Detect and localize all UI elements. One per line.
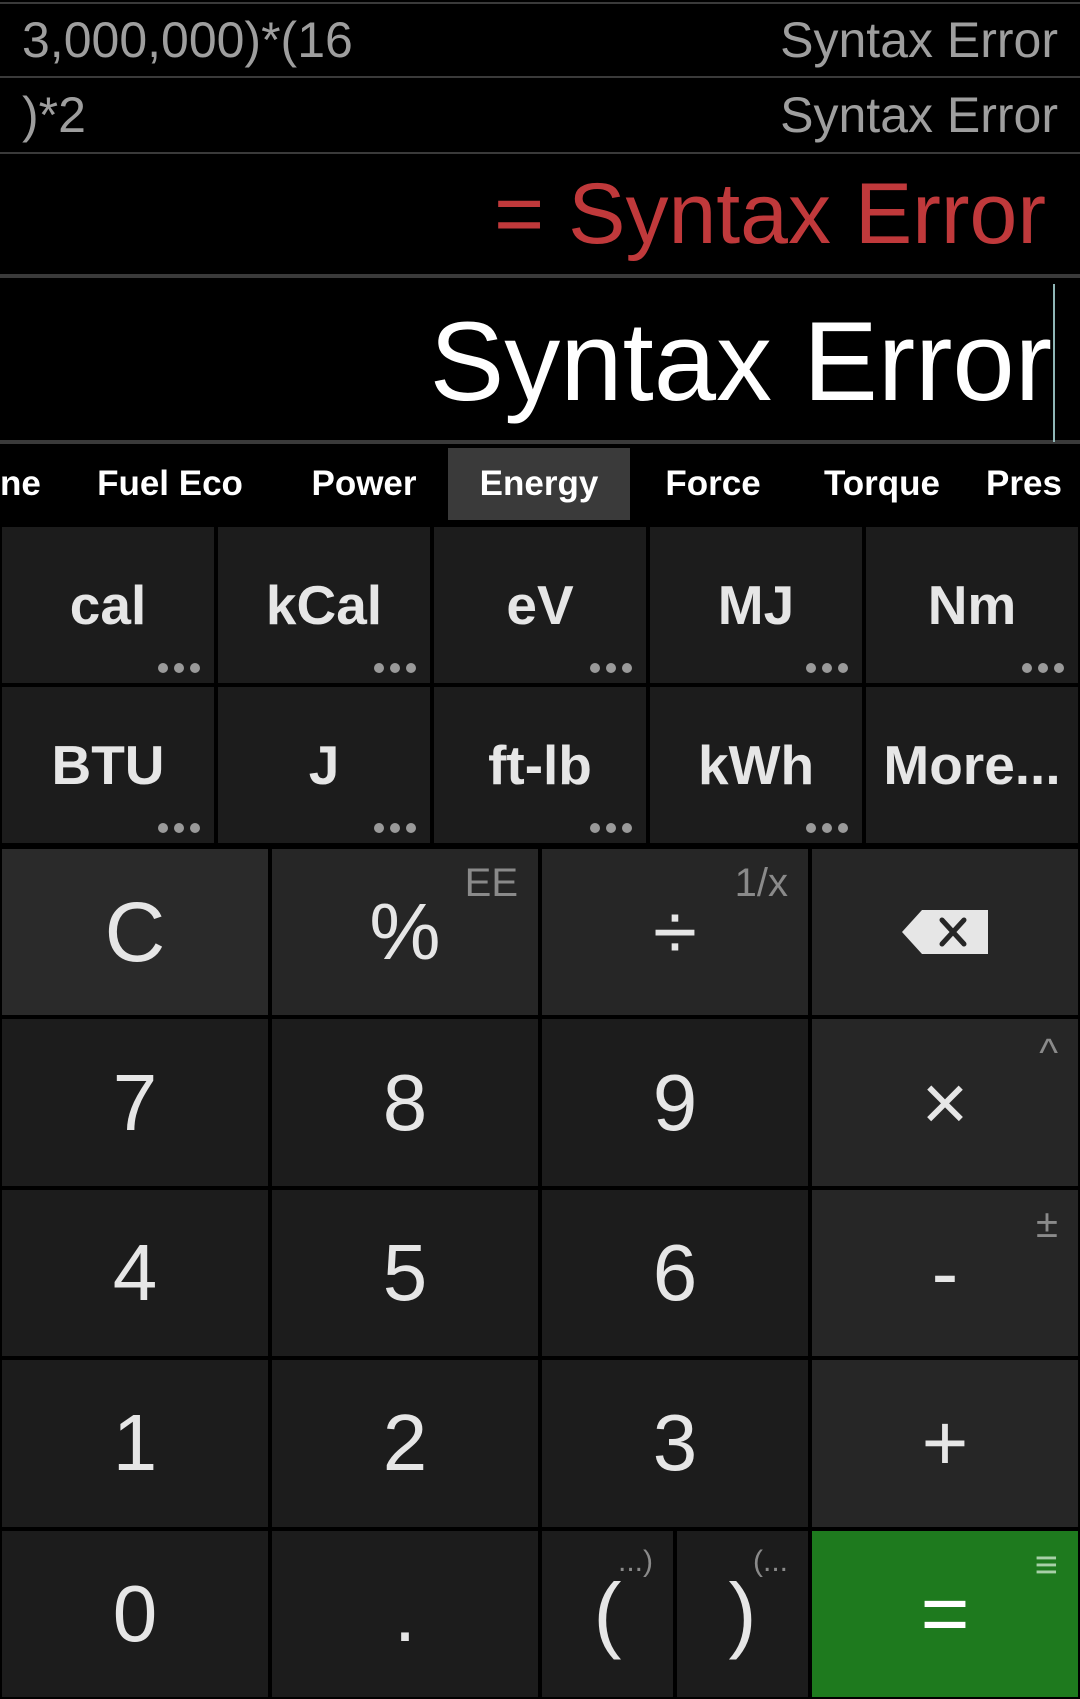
more-options-icon: [590, 663, 632, 673]
tab-fuel-eco[interactable]: Fuel Eco: [60, 448, 280, 520]
keypad: C % EE ÷ 1/x 7 8 9 × ^ 4 5 6 - ± 1 2 3 +…: [0, 847, 1080, 1699]
key-label: ): [728, 1566, 757, 1661]
key-label: 9: [652, 1057, 698, 1147]
display-text: Syntax Error: [429, 298, 1052, 424]
more-units-button[interactable]: More...: [866, 687, 1078, 843]
unit-mj-button[interactable]: MJ: [650, 527, 862, 683]
key-label: ÷: [653, 887, 697, 977]
digit-0-button[interactable]: 0: [2, 1530, 268, 1697]
secondary-label: EE: [464, 861, 518, 905]
unit-label: Nm: [927, 574, 1017, 636]
unit-grid: cal kCal eV MJ Nm BTU J ft-lb kWh More..…: [0, 525, 1080, 845]
unit-btu-button[interactable]: BTU: [2, 687, 214, 843]
key-label: 7: [112, 1057, 158, 1147]
unit-kwh-button[interactable]: kWh: [650, 687, 862, 843]
digit-1-button[interactable]: 1: [2, 1360, 268, 1527]
history-row[interactable]: 3,000,000)*(16 Syntax Error: [0, 2, 1080, 78]
unit-nm-button[interactable]: Nm: [866, 527, 1078, 683]
key-label: (: [593, 1566, 622, 1661]
percent-button[interactable]: % EE: [272, 849, 538, 1016]
more-options-icon: [806, 823, 848, 833]
key-label: -: [931, 1227, 959, 1317]
key-label: 1: [112, 1398, 158, 1488]
text-cursor: [1053, 284, 1055, 442]
close-paren-button[interactable]: ) (...: [677, 1530, 808, 1697]
key-label: 3: [652, 1398, 698, 1488]
decimal-button[interactable]: .: [272, 1530, 538, 1697]
backspace-icon: [902, 910, 988, 955]
history-expression: )*2: [22, 87, 86, 143]
result-preview: = Syntax Error: [0, 154, 1080, 278]
more-options-icon: [158, 823, 200, 833]
digit-7-button[interactable]: 7: [2, 1019, 268, 1186]
menu-icon: ≡: [1034, 1542, 1058, 1587]
expression-display[interactable]: Syntax Error: [0, 282, 1080, 444]
divide-button[interactable]: ÷ 1/x: [542, 849, 808, 1016]
unit-label: cal: [69, 574, 147, 636]
key-label: +: [921, 1398, 969, 1488]
history-expression: 3,000,000)*(16: [22, 12, 353, 68]
history-result: Syntax Error: [780, 87, 1058, 143]
digit-6-button[interactable]: 6: [542, 1189, 808, 1357]
category-tabs: ne Fuel Eco Power Energy Force Torque Pr…: [0, 448, 1080, 520]
key-label: =: [920, 1566, 970, 1661]
unit-label: More...: [883, 734, 1061, 796]
unit-cal-button[interactable]: cal: [2, 527, 214, 683]
digit-3-button[interactable]: 3: [542, 1360, 808, 1527]
digit-2-button[interactable]: 2: [272, 1360, 538, 1527]
unit-label: kCal: [265, 574, 383, 636]
equals-button[interactable]: = ≡: [812, 1530, 1078, 1697]
tab-power[interactable]: Power: [280, 448, 448, 520]
tab-force[interactable]: Force: [630, 448, 796, 520]
key-label: 0: [112, 1568, 158, 1658]
unit-kcal-button[interactable]: kCal: [218, 527, 430, 683]
key-label: 6: [652, 1227, 698, 1317]
plus-button[interactable]: +: [812, 1360, 1078, 1527]
secondary-label: ^: [1039, 1031, 1058, 1076]
more-options-icon: [1022, 663, 1064, 673]
minus-button[interactable]: - ±: [812, 1189, 1078, 1357]
digit-9-button[interactable]: 9: [542, 1019, 808, 1186]
multiply-button[interactable]: × ^: [812, 1019, 1078, 1186]
tab-time[interactable]: ne: [0, 448, 60, 520]
more-options-icon: [590, 823, 632, 833]
open-paren-button[interactable]: ( ...): [542, 1530, 673, 1697]
key-label: 2: [382, 1398, 428, 1488]
tab-torque[interactable]: Torque: [796, 448, 968, 520]
unit-label: J: [308, 734, 340, 796]
digit-5-button[interactable]: 5: [272, 1189, 538, 1357]
key-label: 4: [112, 1227, 158, 1317]
unit-label: eV: [506, 574, 574, 636]
unit-ftlb-button[interactable]: ft-lb: [434, 687, 646, 843]
digit-4-button[interactable]: 4: [2, 1189, 268, 1357]
more-options-icon: [158, 663, 200, 673]
secondary-label: ...): [618, 1544, 653, 1578]
key-label: ×: [921, 1057, 969, 1147]
clear-button[interactable]: C: [2, 849, 268, 1016]
unit-ev-button[interactable]: eV: [434, 527, 646, 683]
tab-energy[interactable]: Energy: [448, 448, 630, 520]
tab-pressure[interactable]: Pres: [968, 448, 1080, 520]
key-label: 8: [382, 1057, 428, 1147]
key-label: C: [104, 884, 166, 979]
backspace-button[interactable]: [812, 849, 1078, 1016]
unit-label: BTU: [51, 734, 165, 796]
secondary-label: ±: [1036, 1201, 1058, 1246]
history-result: Syntax Error: [780, 12, 1058, 68]
key-label: 5: [382, 1227, 428, 1317]
unit-label: kWh: [697, 734, 815, 796]
more-options-icon: [374, 663, 416, 673]
more-options-icon: [806, 663, 848, 673]
secondary-label: (...: [753, 1544, 788, 1578]
unit-j-button[interactable]: J: [218, 687, 430, 843]
digit-8-button[interactable]: 8: [272, 1019, 538, 1186]
key-label: .: [393, 1568, 417, 1658]
parentheses-group: ( ...) ) (...: [542, 1530, 808, 1697]
unit-label: ft-lb: [488, 734, 592, 796]
secondary-label: 1/x: [734, 861, 788, 905]
history-row[interactable]: )*2 Syntax Error: [0, 78, 1080, 154]
unit-label: MJ: [717, 574, 795, 636]
key-label: %: [369, 887, 441, 977]
more-options-icon: [374, 823, 416, 833]
